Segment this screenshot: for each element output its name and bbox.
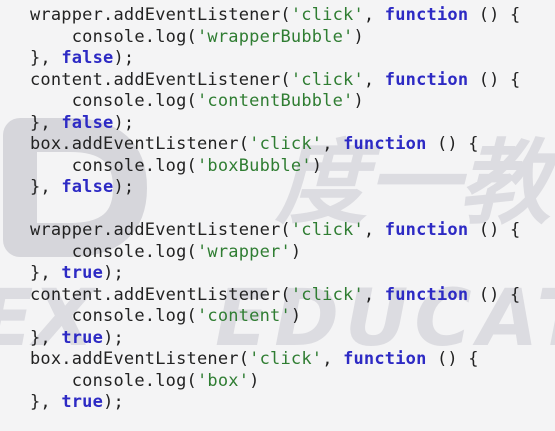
code-token-plain: () {	[426, 349, 479, 369]
code-token-plain: content.addEventListener(	[30, 69, 291, 90]
code-token-plain: ,	[322, 349, 344, 369]
code-token-plain: );	[113, 112, 135, 133]
code-line: wrapper.addEventListener('click', functi…	[30, 5, 520, 27]
code-line: box.addEventListener('click', function (…	[30, 349, 520, 371]
code-line: }, true);	[30, 392, 520, 414]
code-token-string: 'content'	[196, 306, 291, 326]
code-token-plain: console.log(	[30, 370, 197, 391]
code-token-plain: box.addEventListener(	[30, 134, 250, 154]
code-token-plain: );	[113, 177, 135, 197]
code-token-plain: )	[311, 155, 323, 176]
code-token-plain: ,	[363, 220, 385, 240]
code-line: }, false);	[30, 113, 520, 135]
code-line: wrapper.addEventListener('click', functi…	[30, 220, 520, 242]
code-token-plain: },	[30, 112, 62, 133]
code-line: console.log('contentBubble')	[30, 91, 520, 113]
code-token-plain: console.log(	[30, 306, 197, 326]
code-token-plain: ,	[322, 134, 344, 154]
code-token-keyword: function	[343, 134, 427, 154]
code-token-plain: );	[103, 327, 124, 348]
code-token-plain: )	[290, 306, 302, 326]
code-token-keyword: function	[384, 5, 469, 25]
code-token-keyword: function	[384, 284, 469, 305]
code-line: box.addEventListener('click', function (…	[30, 134, 520, 156]
code-token-string: 'click'	[249, 349, 323, 369]
code-token-plain: () {	[468, 220, 521, 240]
code-token-plain: );	[113, 48, 135, 68]
code-token-keyword: function	[343, 349, 427, 369]
code-token-string: 'wrapper'	[196, 241, 291, 262]
code-token-plain: ,	[363, 5, 385, 25]
code-token-string: 'contentBubble'	[196, 91, 354, 111]
code-token-plain: },	[30, 48, 62, 68]
code-token-string: 'click'	[290, 284, 364, 305]
code-line: }, false);	[30, 177, 520, 199]
code-token-string: 'box'	[196, 370, 250, 391]
code-token-plain: () {	[468, 5, 521, 25]
code-token-plain: console.log(	[30, 155, 197, 176]
code-line: console.log('wrapperBubble')	[30, 27, 520, 49]
code-token-plain: console.log(	[30, 91, 197, 111]
code-token-string: 'boxBubble'	[196, 155, 312, 176]
code-token-plain: )	[353, 91, 364, 111]
code-token-string: 'click'	[290, 220, 364, 240]
code-line: console.log('content')	[30, 306, 520, 328]
code-token-plain: console.log(	[30, 241, 197, 262]
code-token-string: 'wrapperBubble'	[196, 26, 354, 47]
code-token-keyword: true	[61, 392, 104, 412]
code-token-plain: },	[30, 177, 62, 197]
code-line: }, true);	[30, 263, 520, 285]
code-token-plain: },	[30, 263, 62, 283]
code-token-keyword: function	[384, 220, 469, 240]
code-token-plain: );	[103, 392, 124, 412]
code-token-plain: ,	[363, 284, 385, 305]
code-line: console.log('wrapper')	[30, 242, 520, 264]
code-token-keyword: false	[61, 177, 114, 197]
code-token-plain: )	[290, 241, 302, 262]
code-token-plain: },	[30, 327, 62, 348]
code-line: }, true);	[30, 328, 520, 350]
code-line: }, false);	[30, 48, 520, 70]
code-token-plain: wrapper.addEventListener(	[30, 220, 291, 240]
code-token-plain: () {	[468, 69, 521, 90]
code-block: wrapper.addEventListener('click', functi…	[30, 5, 520, 414]
code-token-plain: box.addEventListener(	[30, 349, 250, 369]
code-token-plain: },	[30, 392, 62, 412]
code-token-plain: )	[353, 26, 364, 47]
code-token-plain: console.log(	[30, 26, 197, 47]
code-screenshot: 度一教 EDUCAT EX wrapper.addEventListener('…	[0, 0, 555, 431]
code-line: content.addEventListener('click', functi…	[30, 285, 520, 307]
code-line: content.addEventListener('click', functi…	[30, 70, 520, 92]
code-token-plain: wrapper.addEventListener(	[30, 5, 291, 25]
code-token-keyword: true	[61, 263, 104, 283]
code-token-keyword: false	[61, 112, 114, 133]
code-token-keyword: false	[61, 48, 114, 68]
code-token-plain: );	[103, 263, 124, 283]
code-line: console.log('boxBubble')	[30, 156, 520, 178]
code-token-string: 'click'	[290, 69, 364, 90]
code-token-string: 'click'	[249, 134, 323, 154]
code-token-plain: content.addEventListener(	[30, 284, 291, 305]
code-token-keyword: true	[61, 327, 104, 348]
code-token-string: 'click'	[290, 5, 364, 25]
code-token-plain: () {	[468, 284, 521, 305]
code-line: console.log('box')	[30, 371, 520, 393]
code-token-plain: ,	[363, 69, 385, 90]
code-token-plain: )	[249, 370, 260, 391]
code-token-plain: () {	[426, 134, 479, 154]
code-token-keyword: function	[384, 69, 469, 90]
